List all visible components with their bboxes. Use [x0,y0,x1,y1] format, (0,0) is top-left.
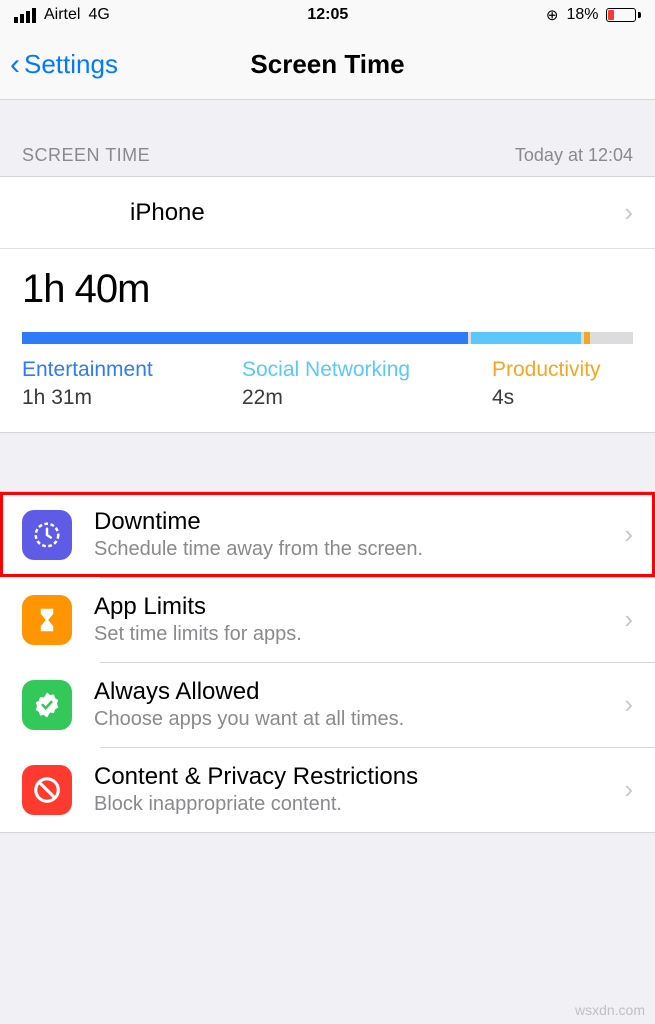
network-label: 4G [88,6,109,24]
row-title: App Limits [94,593,624,621]
usage-categories: Entertainment 1h 31m Social Networking 2… [22,358,633,410]
section-header-right: Today at 12:04 [515,145,633,166]
row-always-allowed[interactable]: Always Allowed Choose apps you want at a… [0,662,655,747]
usage-block: 1h 40m Entertainment 1h 31m Social Netwo… [0,249,655,432]
settings-list: Downtime Schedule time away from the scr… [0,491,655,833]
nav-bar: ‹ Settings Screen Time [0,30,655,100]
hourglass-icon [22,595,72,645]
no-entry-icon [22,765,72,815]
category-productivity: Productivity 4s [492,358,601,410]
battery-percent-label: 18% [566,6,598,24]
chevron-right-icon: › [624,197,633,228]
downtime-icon [22,510,72,560]
chevron-left-icon: ‹ [10,48,20,82]
clock-label: 12:05 [307,6,348,24]
row-text: App Limits Set time limits for apps. [94,593,624,646]
row-text: Always Allowed Choose apps you want at a… [94,678,624,731]
chevron-right-icon: › [624,604,633,635]
row-subtitle: Schedule time away from the screen. [94,538,624,561]
row-subtitle: Choose apps you want at all times. [94,708,624,731]
total-usage-time: 1h 40m [22,267,633,312]
section-header: SCREEN TIME Today at 12:04 [0,100,655,176]
category-time: 4s [492,386,601,410]
device-row[interactable]: iPhone › [0,177,655,249]
usage-card: iPhone › 1h 40m Entertainment 1h 31m Soc… [0,176,655,433]
usage-segment-empty [593,332,633,344]
status-right: ⊕ 18% [546,6,641,24]
chevron-right-icon: › [624,519,633,550]
watermark: wsxdn.com [575,1002,645,1018]
carrier-label: Airtel [44,6,80,24]
status-bar: Airtel 4G 12:05 ⊕ 18% [0,0,655,30]
device-name-label: iPhone [130,199,205,227]
row-title: Content & Privacy Restrictions [94,763,624,791]
row-text: Content & Privacy Restrictions Block ina… [94,763,624,816]
row-app-limits[interactable]: App Limits Set time limits for apps. › [0,577,655,662]
chevron-right-icon: › [624,774,633,805]
row-text: Downtime Schedule time away from the scr… [94,508,624,561]
category-name: Social Networking [242,358,492,382]
battery-icon [606,8,641,22]
orientation-lock-icon: ⊕ [546,6,559,24]
category-time: 1h 31m [22,386,242,410]
status-left: Airtel 4G [14,6,110,24]
row-downtime[interactable]: Downtime Schedule time away from the scr… [0,492,655,577]
category-time: 22m [242,386,492,410]
row-title: Always Allowed [94,678,624,706]
category-name: Productivity [492,358,601,382]
category-entertainment: Entertainment 1h 31m [22,358,242,410]
signal-icon [14,8,36,23]
row-subtitle: Set time limits for apps. [94,623,624,646]
category-name: Entertainment [22,358,242,382]
section-header-left: SCREEN TIME [22,145,150,166]
category-social: Social Networking 22m [242,358,492,410]
usage-segment-productivity [584,332,590,344]
back-button[interactable]: ‹ Settings [0,48,118,82]
usage-bar [22,332,633,344]
usage-segment-social [471,332,581,344]
chevron-right-icon: › [624,689,633,720]
row-title: Downtime [94,508,624,536]
row-content-privacy[interactable]: Content & Privacy Restrictions Block ina… [0,747,655,832]
row-subtitle: Block inappropriate content. [94,793,624,816]
back-label: Settings [24,49,118,80]
usage-segment-entertainment [22,332,468,344]
badge-check-icon [22,680,72,730]
